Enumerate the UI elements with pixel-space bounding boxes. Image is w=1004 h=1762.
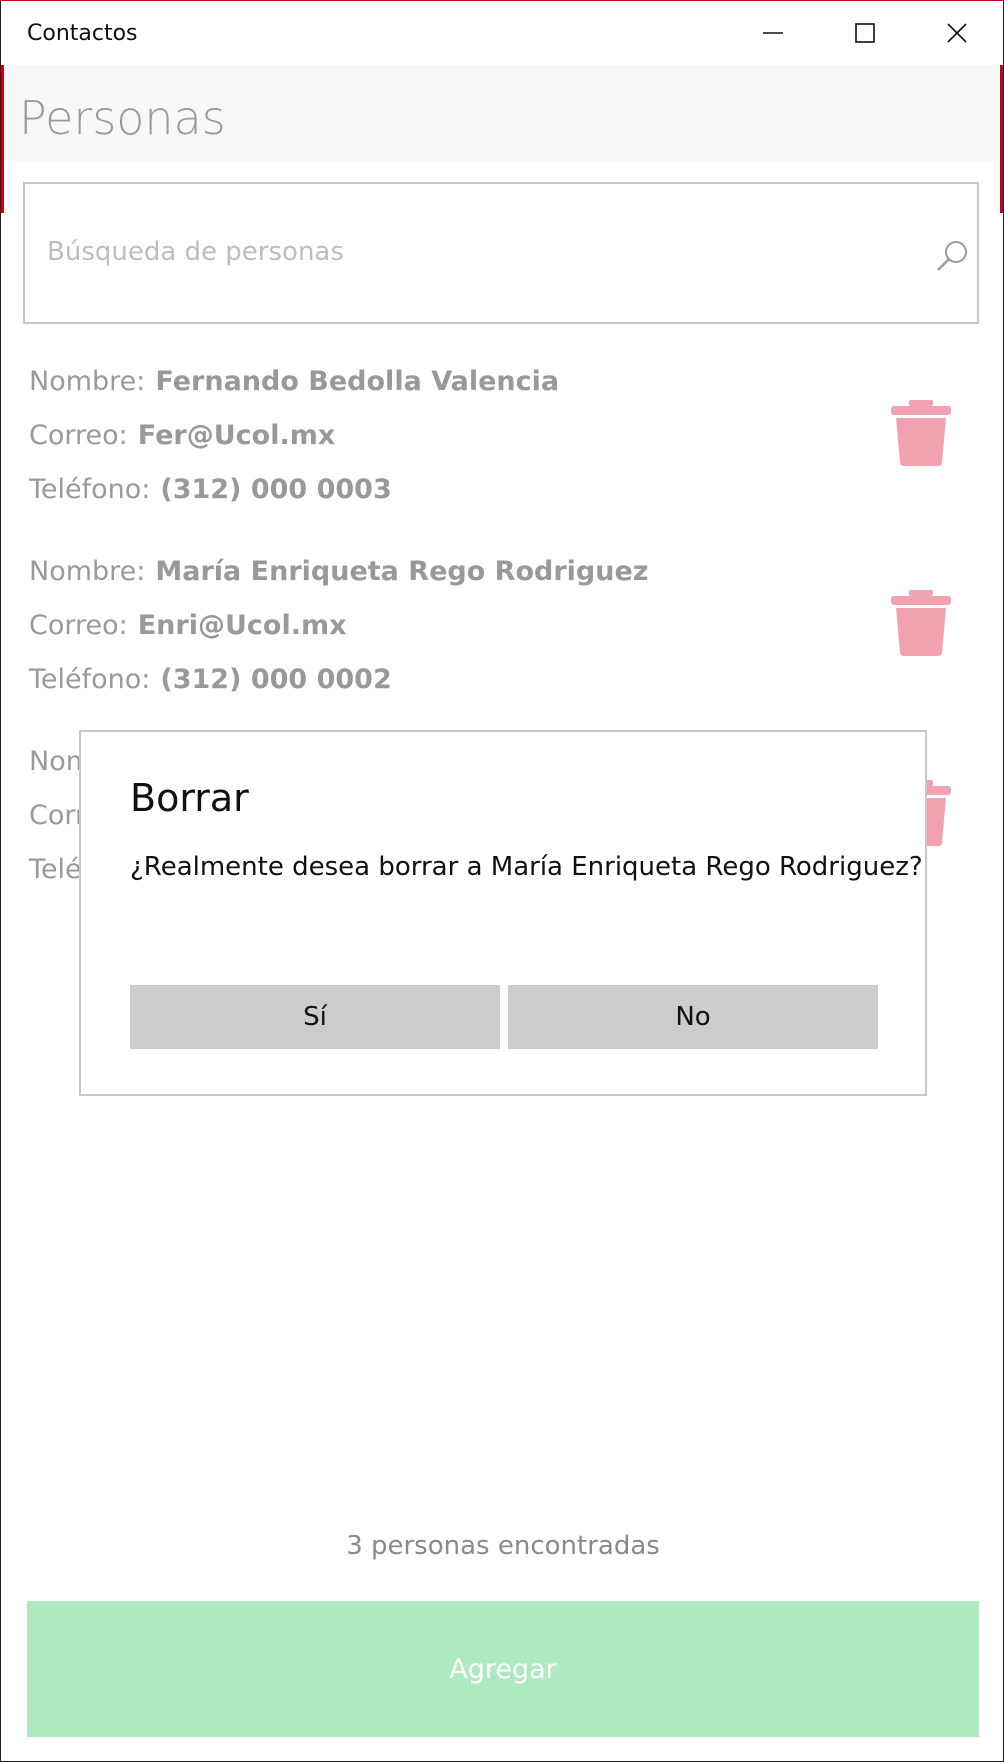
delete-confirm-dialog: Borrar ¿Realmente desea borrar a María E… [79, 730, 927, 1096]
contact-name-row: Nombre: María Enriqueta Rego Rodriguez [29, 556, 648, 587]
page-title: Personas [19, 91, 226, 145]
email-label: Correo: [29, 610, 128, 641]
add-button[interactable]: Agregar [27, 1601, 979, 1737]
confirm-yes-button[interactable]: Sí [130, 985, 500, 1049]
search-box [23, 182, 979, 324]
contact-email-row: Correo: Enri@Ucol.mx [29, 610, 347, 641]
contact-email: Enri@Ucol.mx [137, 610, 347, 641]
maximize-icon [855, 23, 875, 43]
trash-icon[interactable] [891, 400, 951, 466]
search-input[interactable] [45, 236, 909, 268]
window-title: Contactos [27, 21, 138, 46]
dialog-title: Borrar [130, 776, 249, 820]
page-header: Personas [4, 65, 998, 161]
contact-phone: (312) 000 0002 [160, 664, 392, 695]
contact-email: Fer@Ucol.mx [137, 420, 336, 451]
contact-item: Nombre: María Enriqueta Rego Rodriguez Co… [29, 556, 969, 726]
contact-phone-row: Teléfono: (312) 000 0003 [29, 474, 392, 505]
contact-name: Fernando Bedolla Valencia [155, 366, 560, 397]
minimize-button[interactable] [727, 1, 819, 65]
name-label: Nombre: [29, 556, 146, 587]
confirm-no-button[interactable]: No [508, 985, 878, 1049]
title-bar: Contactos [1, 1, 1003, 65]
results-count: 3 personas encontradas [346, 1531, 660, 1561]
contact-name-row: Nombre: Fernando Bedolla Valencia [29, 366, 559, 397]
dialog-message: ¿Realmente desea borrar a María Enriquet… [130, 852, 923, 882]
contact-email-row: Correo: Fer@Ucol.mx [29, 420, 335, 451]
phone-label: Teléfono: [29, 474, 151, 505]
contact-item: Nombre: Fernando Bedolla Valencia Correo:… [29, 366, 969, 536]
minimize-icon [763, 32, 783, 34]
search-icon[interactable] [935, 239, 969, 273]
phone-label: Teléfono: [29, 664, 151, 695]
contact-phone: (312) 000 0003 [160, 474, 392, 505]
close-icon [947, 23, 967, 43]
name-label: Nombre: [29, 366, 146, 397]
close-button[interactable] [911, 1, 1003, 65]
trash-icon[interactable] [891, 590, 951, 656]
maximize-button[interactable] [819, 1, 911, 65]
contact-name: María Enriqueta Rego Rodriguez [155, 556, 649, 587]
contact-phone-row: Teléfono: (312) 000 0002 [29, 664, 392, 695]
app-window: Contactos Personas Nombre: Fernando Bedol… [0, 0, 1004, 1762]
email-label: Correo: [29, 420, 128, 451]
